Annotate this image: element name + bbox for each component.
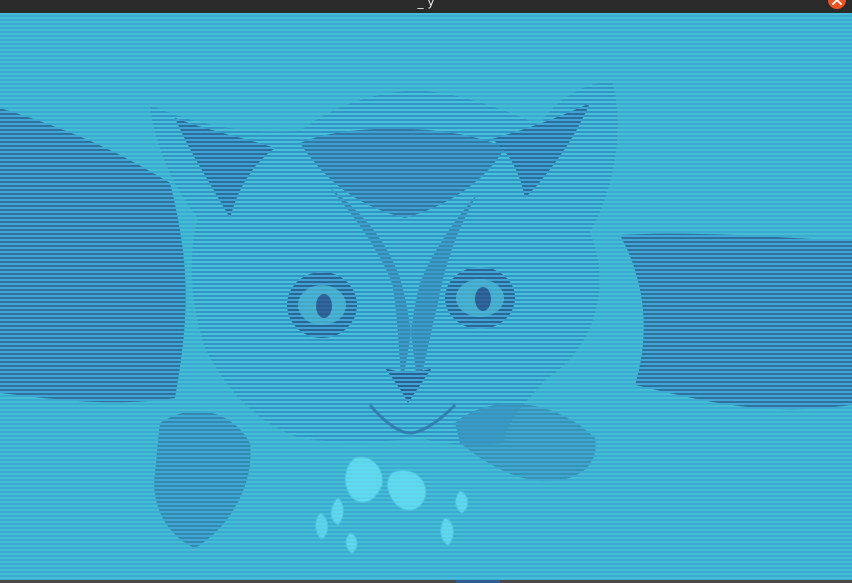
cat-image <box>0 13 852 583</box>
window-titlebar[interactable]: _ y <box>0 0 852 13</box>
window-title: _ y <box>417 0 435 9</box>
close-icon <box>832 0 842 5</box>
image-viewport <box>0 13 852 583</box>
window-close-button[interactable] <box>828 0 846 9</box>
app-window: _ y <box>0 0 852 583</box>
